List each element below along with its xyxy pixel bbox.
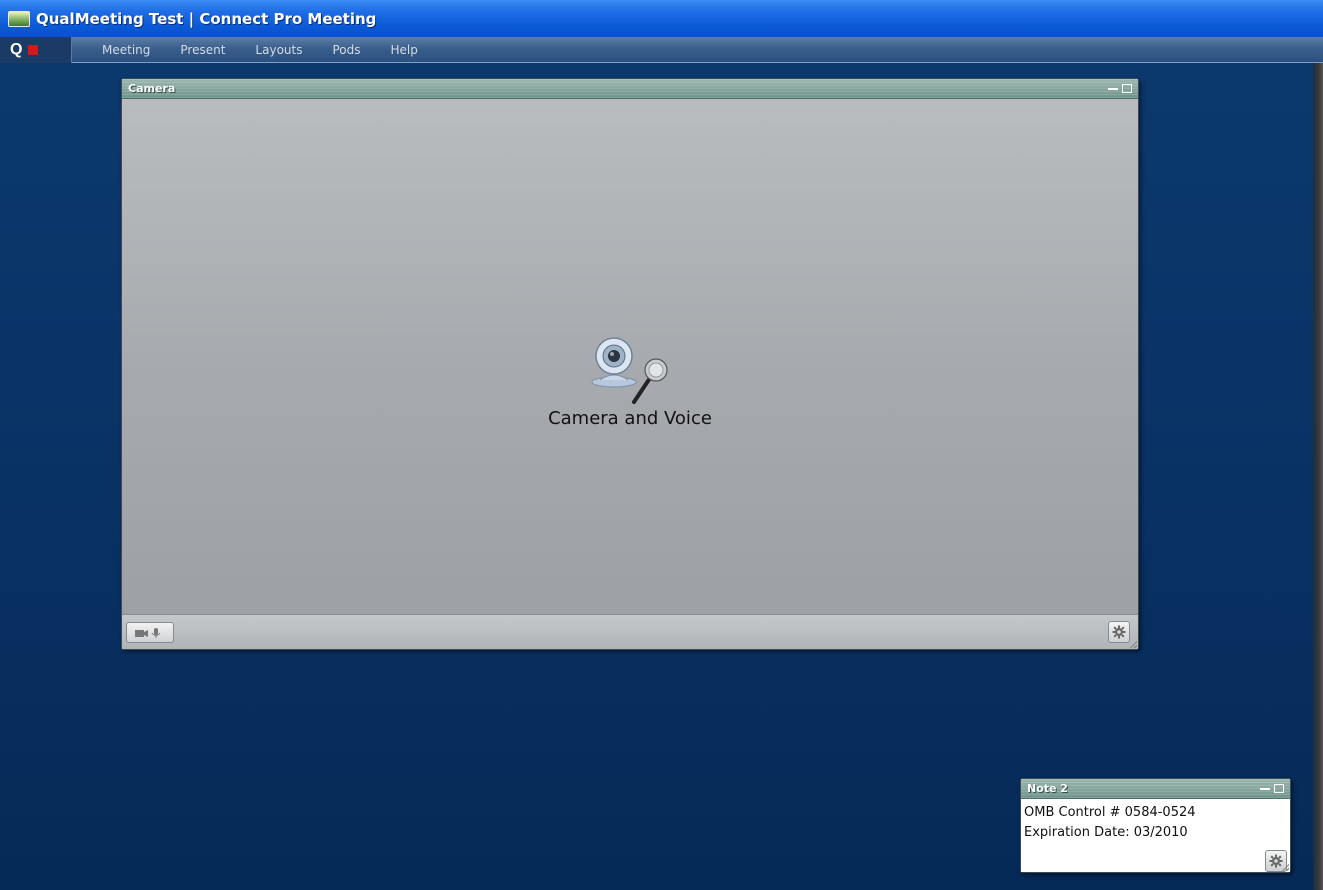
minimize-icon[interactable] [1260,787,1270,790]
camera-pod-title: Camera [128,82,176,95]
camera-voice-placeholder[interactable]: Camera and Voice [530,336,730,436]
maximize-icon[interactable] [1274,784,1284,793]
resize-grip-icon[interactable] [1129,640,1137,648]
note-line: Expiration Date: 03/2010 [1024,825,1188,840]
gear-icon [1112,625,1126,639]
window-right-edge [1313,63,1323,890]
note-pod-controls [1260,784,1284,793]
camera-pod-controls [1108,84,1132,93]
camera-pod-body: Camera and Voice [122,99,1138,614]
camera-mic-icon [135,627,161,638]
menu-meeting[interactable]: Meeting [102,43,150,57]
menu-items: Meeting Present Layouts Pods Help [102,43,448,57]
maximize-icon[interactable] [1122,84,1132,93]
menu-bar: Q Meeting Present Layouts Pods Help [0,36,1323,63]
note-pod-body[interactable]: OMB Control # 0584-0524 Expiration Date:… [1021,799,1290,872]
camera-options-button[interactable] [1108,621,1130,643]
app-icon [8,10,30,27]
camera-pod-footer [122,614,1138,649]
minimize-icon[interactable] [1108,87,1118,90]
menu-layouts[interactable]: Layouts [255,43,302,57]
note-pod-title: Note 2 [1027,782,1068,795]
menu-present[interactable]: Present [180,43,225,57]
menu-help[interactable]: Help [391,43,418,57]
camera-voice-label: Camera and Voice [548,408,712,429]
camera-pod: Camera Camera and Voice [121,78,1139,650]
note-line: OMB Control # 0584-0524 [1024,805,1196,820]
note-pod-header[interactable]: Note 2 [1021,779,1290,799]
window-titlebar: QualMeeting Test | Connect Pro Meeting [0,0,1323,37]
logo-area: Q [0,36,72,63]
resize-grip-icon[interactable] [1281,863,1289,871]
note-pod: Note 2 OMB Control # 0584-0524 Expiratio… [1020,778,1291,873]
logo-q: Q [10,40,23,58]
stop-icon[interactable] [28,44,39,55]
camera-voice-toggle-button[interactable] [126,622,174,643]
microphone-icon [632,358,668,404]
menu-pods[interactable]: Pods [332,43,360,57]
camera-pod-header[interactable]: Camera [122,79,1138,99]
window-title: QualMeeting Test | Connect Pro Meeting [36,9,377,28]
